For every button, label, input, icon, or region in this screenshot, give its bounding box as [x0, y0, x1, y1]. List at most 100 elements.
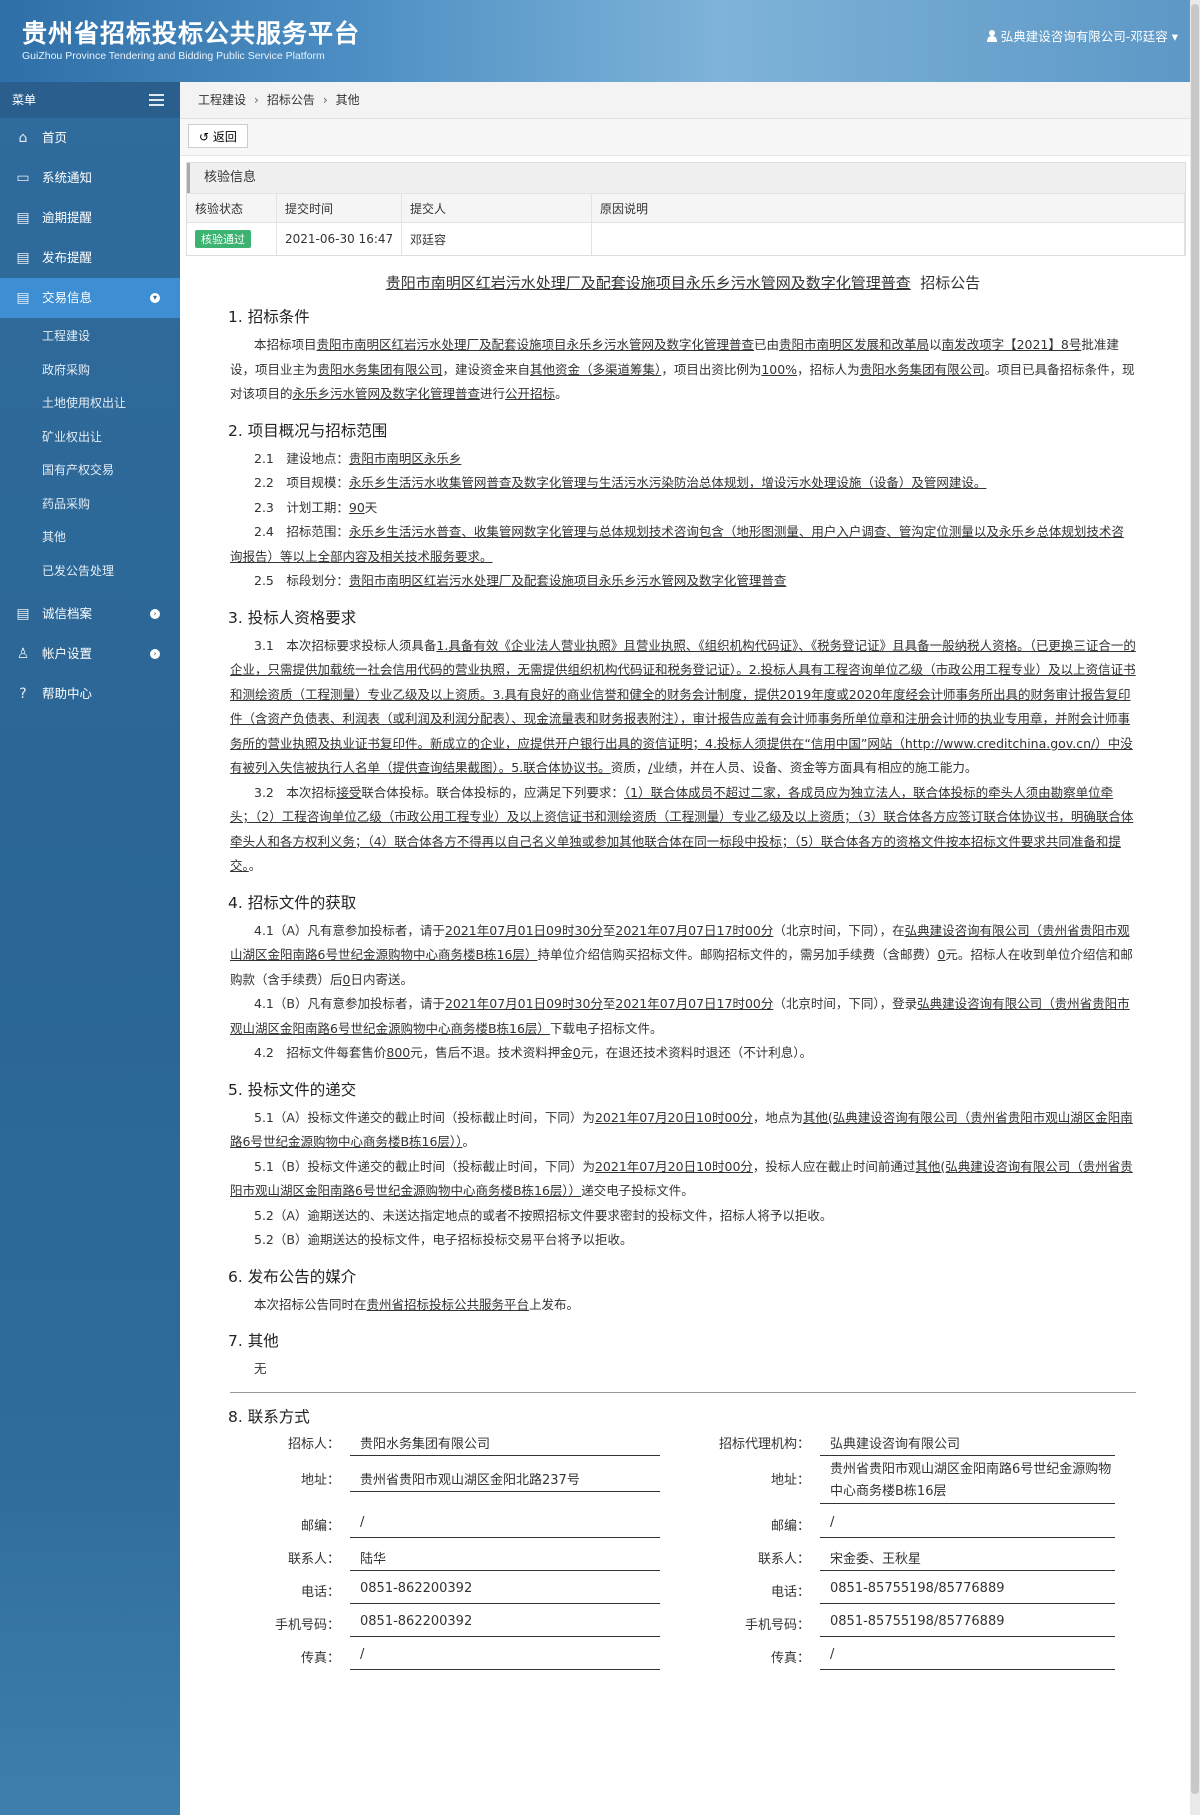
agency-name: 弘典建设咨询有限公司	[820, 1433, 1115, 1456]
help-icon: ?	[19, 686, 27, 702]
sub-item-published-notices[interactable]: 已发公告处理	[0, 555, 180, 589]
contact-label: 手机号码：	[274, 1617, 340, 1633]
menu-toggle-icon[interactable]	[149, 94, 164, 106]
col-submitter: 提交人	[401, 193, 592, 223]
nav-item-system-notice[interactable]: ▭ 系统通知	[0, 158, 180, 198]
notice-body: 贵阳市南明区红岩污水处理厂及配套设施项目永乐乡污水管网及数字化管理普查 招标公告…	[180, 272, 1190, 1733]
section-4-item: 4.1（A）凡有意参加投标者，请于2021年07月01日09时30分至2021年…	[230, 922, 1133, 987]
main-content: 工程建设 › 招标公告 › 其他 ↺ 返回 核验信息 核验状态 提交时间 提交人 原因说…	[180, 82, 1190, 1733]
nav-item-credit-archive[interactable]: ▤ 诚信档案 ›	[0, 594, 180, 634]
nav-item-home[interactable]: ⌂ 首页	[0, 118, 180, 158]
calendar-icon: ▤	[16, 290, 30, 306]
nav-item-overdue-reminder[interactable]: ▤ 逾期提醒	[0, 198, 180, 238]
section-4-item: 4.2 招标文件每套售价800元，售后不退。技术资料押金0元，在退还技术资料时退…	[254, 1045, 812, 1060]
section-5-item: 5.2（A）逾期送达的、未送达指定地点的或者不按照招标文件要求密封的投标文件，招…	[254, 1207, 833, 1223]
sub-item-gov-procurement[interactable]: 政府采购	[0, 354, 180, 388]
nav-item-trade-info[interactable]: ▤ 交易信息 ▾	[0, 278, 180, 318]
submit-time: 2021-06-30 16:47	[276, 222, 402, 255]
agency-contact: 宋金委、王秋星	[820, 1548, 1115, 1571]
contact-label: 传真：	[300, 1650, 340, 1666]
sidebar: 菜单 ⌂ 首页 ▭ 系统通知 ▤ 逾期提醒 ▤ 发布提醒 ▤ 交易信息 ▾ 工程建设 政府采…	[0, 82, 180, 1815]
home-icon: ⌂	[18, 130, 28, 146]
user-menu[interactable]: 弘典建设咨询有限公司-邓廷容 ▾	[986, 26, 1178, 45]
chevron-right-icon: ›	[254, 93, 259, 107]
breadcrumb-tender-notice[interactable]: 招标公告	[267, 93, 315, 107]
section-heading: 8. 联系方式	[228, 1407, 310, 1426]
section-5-item: 5.1（A）投标文件递交的截止时间（投标截止时间，下同）为2021年07月20日…	[230, 1109, 1133, 1150]
section-2-item: 2.2 项目规模：永乐乡生活污水收集管网普查及数字化管理与生活污水污染防治总体规…	[254, 475, 987, 490]
section-heading: 1. 招标条件	[228, 308, 310, 326]
user-icon: ♙	[16, 646, 30, 662]
tenderer-name: 贵阳水务集团有限公司	[350, 1433, 660, 1456]
tenderer-fax: /	[350, 1647, 660, 1670]
contact-info: 招标人： 贵阳水务集团有限公司 地址： 贵州省贵阳市观山湖区金阳北路237号 邮…	[230, 1433, 1136, 1733]
contact-label: 地址：	[770, 1472, 810, 1488]
caret-down-icon: ▾	[1167, 29, 1178, 44]
section-heading: 3. 投标人资格要求	[228, 608, 357, 627]
divider	[230, 1391, 1136, 1393]
chevron-down-icon: ▾	[150, 293, 160, 303]
contact-label: 联系人：	[757, 1551, 810, 1567]
section-heading: 5. 投标文件的递交	[228, 1080, 357, 1099]
page-scrollbar[interactable]	[1190, 0, 1200, 1815]
verify-title: 核验信息	[187, 163, 1185, 193]
section-heading: 2. 项目概况与招标范围	[228, 421, 388, 440]
menu-label: 菜单	[12, 93, 37, 107]
contact-label: 邮编：	[300, 1518, 340, 1534]
section-4-item: 4.1（B）凡有意参加投标者，请于2021年07月01日09时30分至2021年…	[230, 996, 1130, 1036]
nav-item-publish-reminder[interactable]: ▤ 发布提醒	[0, 238, 180, 278]
back-button[interactable]: ↺ 返回	[188, 124, 248, 148]
sub-item-land-transfer[interactable]: 土地使用权出让	[0, 387, 180, 421]
breadcrumb-other[interactable]: 其他	[336, 93, 360, 107]
col-time: 提交时间	[276, 193, 402, 223]
section-heading: 7. 其他	[228, 1332, 279, 1350]
section-heading: 6. 发布公告的媒介	[228, 1267, 357, 1286]
col-status: 核验状态	[187, 193, 277, 223]
section-3-item: 3.1 本次招标要求投标人须具备1.具备有效《企业法人营业执照》且营业执照、《组…	[230, 637, 1136, 776]
section-2-item: 2.4 招标范围：永乐乡生活污水普查、收集管网数字化管理与总体规划技术咨询包含（…	[230, 524, 1124, 564]
section-5-item: 5.1（B）投标文件递交的截止时间（投标截止时间，下同）为2021年07月20日…	[230, 1158, 1133, 1199]
contact-label: 招标代理机构：	[718, 1436, 810, 1452]
scrollbar-thumb[interactable]	[1191, 4, 1199, 1794]
notice-type: 招标公告	[920, 274, 981, 292]
sub-item-engineering[interactable]: 工程建设	[0, 320, 180, 354]
contact-label: 地址：	[300, 1472, 340, 1488]
breadcrumb: 工程建设 › 招标公告 › 其他	[180, 82, 1190, 119]
section-6-text: 本次招标公告同时在贵州省招标投标公共服务平台上发布。	[254, 1296, 580, 1312]
monitor-icon: ▭	[16, 170, 30, 186]
project-name: 贵阳市南明区红岩污水处理厂及配套设施项目永乐乡污水管网及数字化管理普查	[385, 274, 911, 292]
section-5-item: 5.2（B）逾期送达的投标文件，电子招标投标交易平台将予以拒收。	[254, 1232, 633, 1247]
tenderer-address: 贵州省贵阳市观山湖区金阳北路237号	[350, 1469, 660, 1492]
back-icon: ↺	[199, 130, 213, 144]
submitter: 邓廷容	[401, 222, 592, 255]
chevron-right-icon: ›	[150, 609, 160, 619]
section-1-text: 本招标项目贵阳市南明区红岩污水处理厂及配套设施项目永乐乡污水管网及数字化管理普查…	[230, 337, 1135, 401]
sub-item-state-property[interactable]: 国有产权交易	[0, 454, 180, 488]
contact-label: 招标人：	[287, 1436, 340, 1452]
section-2-item: 2.3 计划工期：90天	[254, 499, 378, 515]
agency-address: 贵州省贵阳市观山湖区金阳南路6号世纪金源购物中心商务楼B栋16层	[820, 1459, 1115, 1504]
status-badge: 核验通过	[195, 230, 251, 248]
agency-zip: /	[820, 1515, 1115, 1538]
nav-label: 系统通知	[42, 170, 93, 185]
site-subtitle: GuiZhou Province Tendering and Bidding P…	[22, 50, 325, 62]
back-label: 返回	[212, 130, 237, 144]
sub-item-mining-rights[interactable]: 矿业权出让	[0, 421, 180, 455]
contact-label: 电话：	[300, 1584, 340, 1600]
verify-table: 核验状态 提交时间 提交人 原因说明 核验通过 2021-06-30 16:47…	[187, 193, 1185, 255]
section-2-item: 2.1 建设地点：贵阳市南明区永乐乡	[254, 450, 462, 466]
agency-mobile: 0851-85755198/85776889	[820, 1614, 1115, 1637]
contact-label: 电话：	[770, 1584, 810, 1600]
calendar-icon: ▤	[16, 210, 30, 226]
calendar-icon: ▤	[16, 606, 30, 622]
trade-submenu: 工程建设 政府采购 土地使用权出让 矿业权出让 国有产权交易 药品采购 其他 已…	[0, 318, 180, 594]
breadcrumb-engineering[interactable]: 工程建设	[198, 93, 246, 107]
nav-item-help-center[interactable]: ? 帮助中心	[0, 674, 180, 714]
nav-item-account-settings[interactable]: ♙ 帐户设置 ›	[0, 634, 180, 674]
site-title: 贵州省招标投标公共服务平台	[22, 19, 361, 48]
sub-item-other[interactable]: 其他	[0, 521, 180, 555]
contact-label: 传真：	[770, 1650, 810, 1666]
sub-item-drug-procurement[interactable]: 药品采购	[0, 488, 180, 522]
calendar-icon: ▤	[16, 250, 30, 266]
nav-label: 发布提醒	[42, 250, 93, 265]
